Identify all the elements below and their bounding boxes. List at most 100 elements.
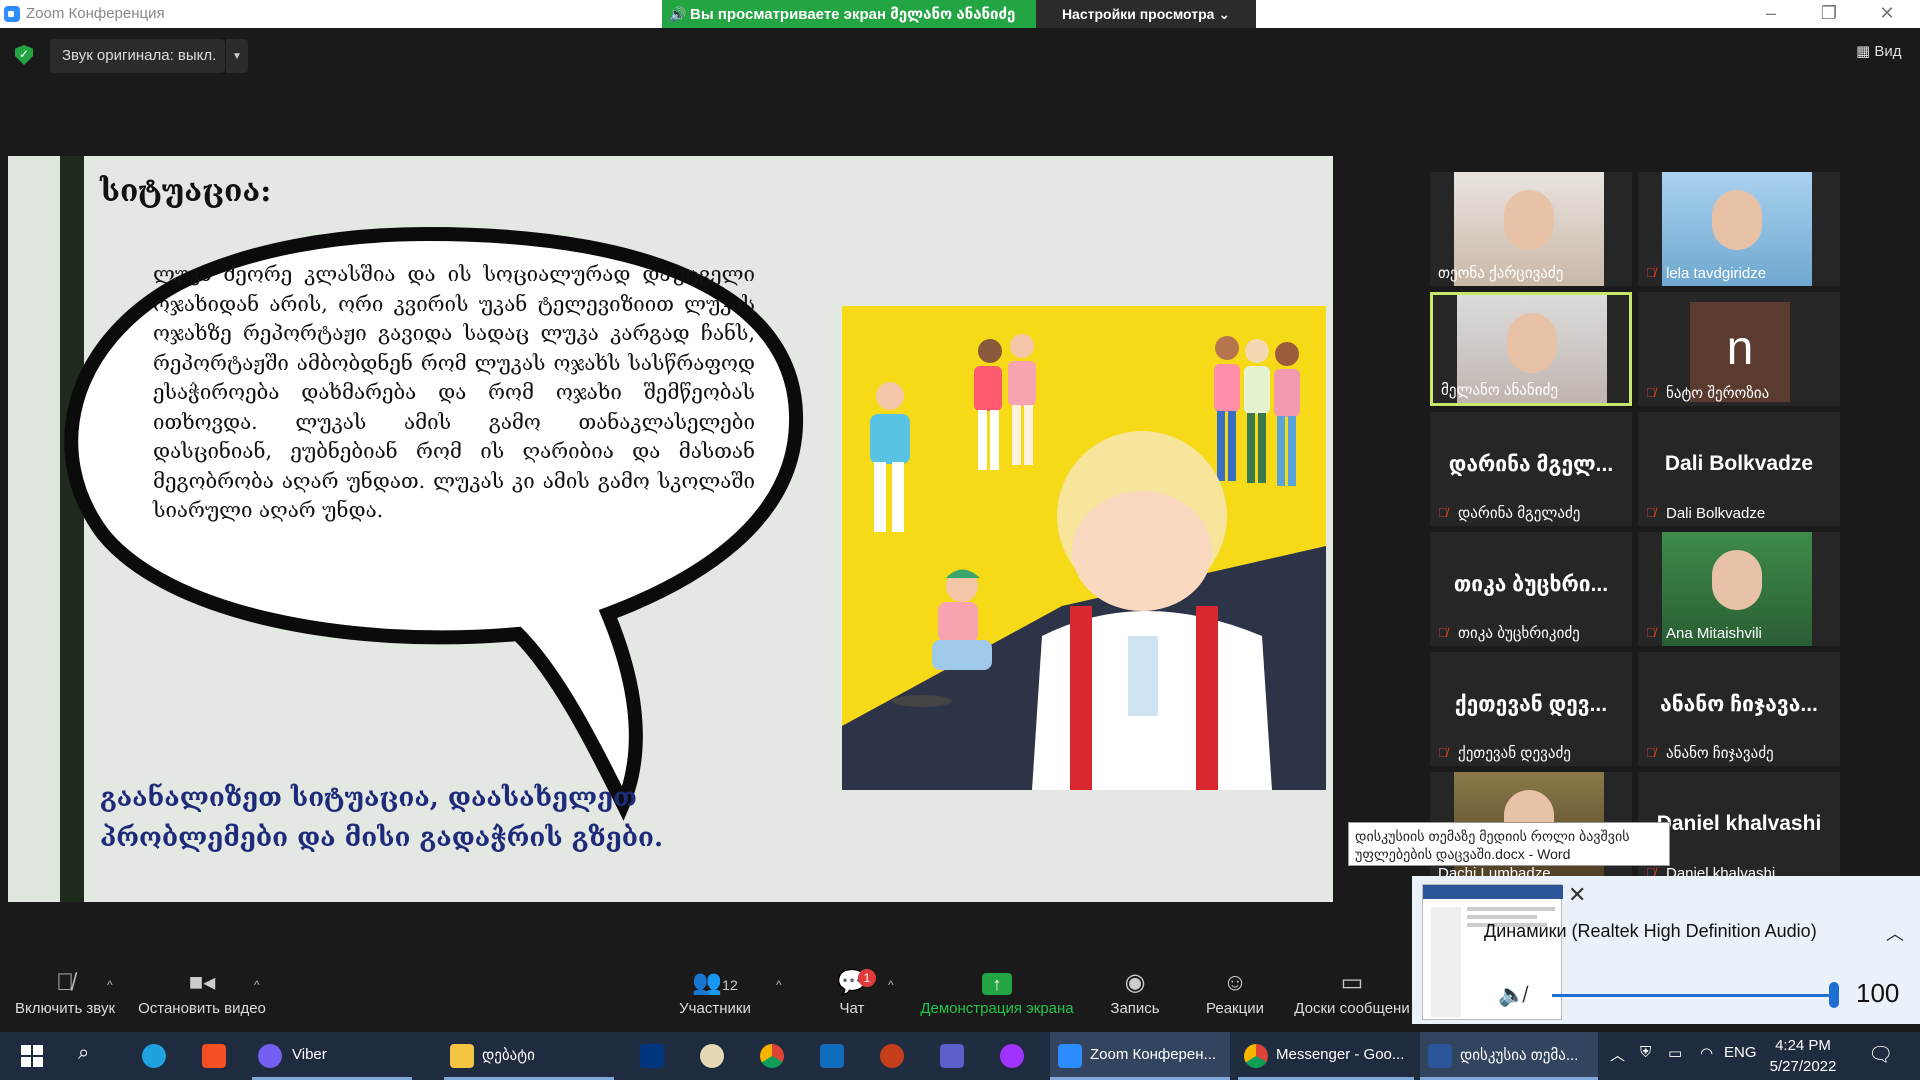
unmute-button[interactable]: 🎙̸ Включить звук: [10, 966, 120, 1028]
chat-label: Чат: [839, 1000, 865, 1017]
start-button[interactable]: [16, 1032, 50, 1080]
language-indicator[interactable]: ENG: [1724, 1044, 1757, 1061]
store-icon[interactable]: [198, 1032, 232, 1080]
powerpoint-icon[interactable]: [876, 1032, 910, 1080]
word-icon: [1428, 1044, 1452, 1068]
audio-device-name: Динамики (Realtek High Definition Audio): [1484, 921, 1817, 941]
tooltip-line-1: დისკუსიის თემაზე მედიის როლი ბავშვის: [1355, 828, 1630, 844]
record-icon: ◉: [1124, 969, 1146, 996]
participant-tile[interactable]: მელანო ანანიძე: [1430, 292, 1632, 406]
participant-name: მელანო ანანიძე: [1441, 382, 1558, 399]
video-options-caret[interactable]: ^: [254, 978, 260, 992]
search-icon[interactable]: ⌕: [76, 1032, 106, 1080]
speaker-icon: 🔊: [669, 6, 687, 22]
taskbar-word[interactable]: დისკუსია თემა...: [1420, 1032, 1598, 1080]
microphone-muted-icon: 🎙̸: [56, 969, 74, 996]
chat-caret[interactable]: ^: [888, 978, 894, 992]
microphone-muted-icon: 🎙̸: [1438, 745, 1448, 760]
participant-tile[interactable]: თეონა ქარცივაძე: [1430, 172, 1632, 286]
window-title: Zoom Конференция: [26, 5, 165, 22]
task-instruction: გაანალიზეთ სიტუაცია, დაასახელეთ პრობლემე…: [100, 778, 820, 858]
taskbar-clock[interactable]: 4:24 PM 5/27/2022: [1758, 1035, 1848, 1077]
booking-icon[interactable]: [636, 1032, 670, 1080]
students-illustration: [842, 306, 1326, 790]
participants-icon: 👥12: [692, 969, 738, 996]
participant-tile[interactable]: თიკა ბუცხრი... 🎙̸ თიკა ბუცხრიკიძე: [1430, 532, 1632, 646]
participant-display-name: ქეთევან დევ...: [1454, 693, 1608, 716]
view-button-label: Вид: [1874, 43, 1902, 60]
volume-slider-track[interactable]: [1552, 994, 1836, 997]
paint-icon[interactable]: [696, 1032, 730, 1080]
original-sound-button[interactable]: Звук оригинала: выкл.: [50, 39, 225, 73]
whiteboards-button[interactable]: ▭ Доски сообщени: [1292, 966, 1412, 1028]
mail-icon[interactable]: [816, 1032, 850, 1080]
participant-tile[interactable]: დარინა მგელ... 🎙̸ დარინა მგელაძე: [1430, 412, 1632, 526]
stop-video-button[interactable]: ■◂ Остановить видео: [136, 966, 268, 1028]
microphone-muted-icon: 🎙̸: [1646, 505, 1656, 520]
view-button[interactable]: ▦ Вид: [1856, 42, 1902, 60]
check-icon: ✓: [19, 47, 30, 61]
security-tray-icon[interactable]: ⛨: [1640, 1044, 1651, 1061]
word-task-label: დისკუსია თემა...: [1460, 1047, 1579, 1064]
microphone-muted-icon: 🎙̸: [1646, 745, 1656, 760]
participant-tile[interactable]: n 🎙̸ ნატო შეროზია: [1638, 292, 1840, 406]
participant-tile[interactable]: ანანო ჩიჯავა... 🎙̸ ანანო ჩიჯავაძე: [1638, 652, 1840, 766]
screen-share-banner: 🔊 Вы просматриваете экран მელანო ანანიძე: [662, 0, 1036, 28]
messenger-icon[interactable]: [996, 1032, 1030, 1080]
zoom-logo-icon: [4, 6, 20, 22]
participants-count: 12: [722, 977, 738, 993]
edge-icon[interactable]: [138, 1032, 172, 1080]
speaker-mute-icon[interactable]: 🔈̸: [1498, 982, 1525, 1008]
participant-tile[interactable]: Dali Bolkvadze 🎙̸ Dali Bolkvadze: [1638, 412, 1840, 526]
participant-name: Ana Mitaishvili: [1666, 625, 1762, 642]
microphone-muted-icon: 🎙̸: [1646, 265, 1656, 280]
notifications-icon[interactable]: 🗨: [1868, 1042, 1893, 1067]
view-settings-label: Настройки просмотра: [1061, 6, 1215, 22]
microphone-muted-icon: 🎙̸: [1438, 625, 1448, 640]
share-screen-icon: ↑: [916, 966, 1078, 1000]
participants-caret[interactable]: ^: [776, 978, 782, 992]
word-window-thumbnail[interactable]: [1422, 884, 1563, 1020]
taskbar-zoom[interactable]: Zoom Конферен...: [1050, 1032, 1230, 1080]
grid-icon: ▦: [1856, 43, 1871, 60]
view-settings-button[interactable]: Настройки просмотра ⌄: [1036, 0, 1256, 28]
battery-icon[interactable]: ▭: [1668, 1044, 1682, 1062]
teams-icon[interactable]: [936, 1032, 970, 1080]
participant-tile[interactable]: 🎙̸ Ana Mitaishvili: [1638, 532, 1840, 646]
participant-display-name: დარინა მგელ...: [1448, 453, 1614, 476]
original-sound-dropdown[interactable]: ▼: [226, 39, 248, 73]
share-screen-label: Демонстрация экрана: [920, 1000, 1074, 1017]
share-screen-button[interactable]: ↑ Демонстрация экрана: [916, 966, 1078, 1028]
reactions-button[interactable]: ☺ Реакции: [1190, 966, 1280, 1028]
taskbar-folder[interactable]: დებატი: [444, 1032, 614, 1080]
situation-text: ლუკა მეორე კლასშია და ის სოციალურად დაუც…: [153, 262, 755, 522]
participants-label: Участники: [679, 1000, 751, 1017]
wifi-icon[interactable]: ◠: [1700, 1044, 1713, 1062]
volume-slider-thumb[interactable]: [1829, 982, 1839, 1008]
participant-name: ქეთევან დევაძე: [1458, 745, 1571, 762]
zoom-icon: [1058, 1044, 1082, 1068]
audio-options-caret[interactable]: ^: [107, 978, 113, 992]
tray-overflow-icon[interactable]: ︿: [1610, 1044, 1625, 1065]
participants-button[interactable]: 👥12 Участники: [668, 966, 762, 1028]
participant-name: lela tavdgiridze: [1666, 265, 1767, 282]
record-button[interactable]: ◉ Запись: [1098, 966, 1172, 1028]
close-icon[interactable]: ✕: [1568, 882, 1586, 908]
participant-tile[interactable]: ქეთევან დევ... 🎙̸ ქეთევან დევაძე: [1430, 652, 1632, 766]
video-camera-icon: ■◂: [188, 969, 216, 996]
folder-label: დებატი: [482, 1047, 535, 1064]
taskbar-messenger-chrome[interactable]: Messenger - Goo...: [1238, 1032, 1414, 1080]
clock-time: 4:24 PM: [1775, 1037, 1831, 1054]
restore-icon[interactable]: ❐: [1806, 3, 1852, 24]
taskbar-viber[interactable]: Viber: [252, 1032, 412, 1080]
close-icon[interactable]: ✕: [1864, 3, 1910, 24]
reactions-label: Реакции: [1206, 1000, 1264, 1017]
chevron-up-icon[interactable]: ︿: [1886, 920, 1904, 946]
viber-icon: [258, 1044, 282, 1068]
whiteboard-icon: ▭: [1340, 969, 1364, 996]
minimize-icon[interactable]: –: [1748, 3, 1794, 24]
participant-name: დარინა მგელაძე: [1458, 505, 1581, 522]
chrome-icon[interactable]: [756, 1032, 790, 1080]
participant-tile[interactable]: 🎙̸ lela tavdgiridze: [1638, 172, 1840, 286]
task-line-1: გაანალიზეთ სიტუაცია, დაასახელეთ: [100, 783, 637, 813]
